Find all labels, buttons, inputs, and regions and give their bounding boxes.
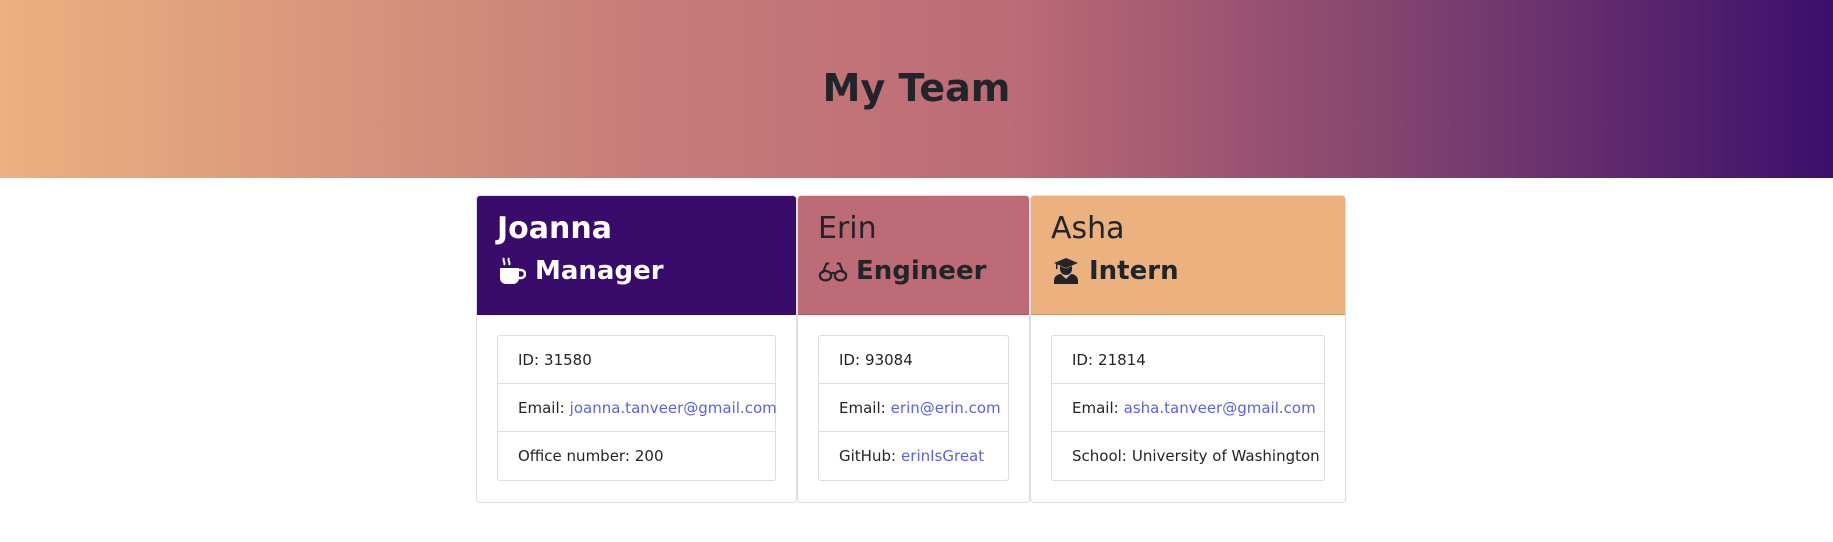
page-title: My Team [822,66,1011,110]
github-username: GitHub: erinIsGreat [819,432,1008,480]
office-number: Office number: 200 [498,432,775,480]
id-value: 31580 [544,350,592,369]
employee-name: Asha [1051,211,1125,246]
email-link[interactable]: joanna.tanveer@gmail.com [570,399,777,417]
employee-card-intern: Asha Intern ID: 21814 Email: asha.tanvee… [1030,195,1346,503]
card-header: Erin Engineer [798,196,1029,315]
id-value: 93084 [865,350,913,369]
email-link[interactable]: asha.tanveer@gmail.com [1124,399,1316,417]
id-value: 21814 [1098,350,1146,369]
email-label: Email: [1072,398,1119,417]
employee-role: Manager [497,256,776,287]
employee-id: ID: 21814 [1052,336,1324,384]
employee-details: ID: 93084 Email: erin@erin.com GitHub: e… [818,335,1009,481]
employee-role-label: Intern [1089,255,1179,286]
id-label: ID: [518,350,540,369]
employee-details: ID: 21814 Email: asha.tanveer@gmail.com … [1051,335,1325,481]
card-body: ID: 21814 Email: asha.tanveer@gmail.com … [1031,315,1345,501]
card-body: ID: 31580 Email: joanna.tanveer@gmail.co… [477,315,796,501]
employee-id: ID: 93084 [819,336,1008,384]
graduate-icon [1051,257,1081,285]
employee-role-label: Manager [535,255,664,286]
email-label: Email: [518,398,565,417]
office-number-label: Office number: [518,447,630,465]
office-number-value: 200 [634,447,664,465]
card-header: Asha Intern [1031,196,1345,315]
card-header: Joanna Manager [477,196,796,315]
employee-email: Email: erin@erin.com [819,384,1008,432]
school-label: School: [1072,447,1127,465]
employee-role: Engineer [818,256,1009,287]
employee-email: Email: joanna.tanveer@gmail.com [498,384,777,432]
mug-icon [497,257,527,285]
school-value: University of Washington [1131,447,1320,465]
id-label: ID: [839,350,861,369]
employee-card-engineer: Erin Engineer ID: 93084 Email: erin@erin… [797,195,1030,503]
employee-role: Intern [1051,256,1325,287]
github-link[interactable]: erinIsGreat [901,447,984,465]
employee-card-manager: Joanna Manager ID: 31580 Email: joanna.t… [476,195,797,503]
email-label: Email: [839,398,886,417]
team-cards: Joanna Manager ID: 31580 Email: joanna.t… [476,195,1346,503]
card-body: ID: 93084 Email: erin@erin.com GitHub: e… [798,315,1029,501]
employee-email: Email: asha.tanveer@gmail.com [1052,384,1324,432]
github-label: GitHub: [839,447,897,465]
email-link[interactable]: erin@erin.com [891,399,1001,417]
employee-details: ID: 31580 Email: joanna.tanveer@gmail.co… [497,335,777,481]
school-name: School: University of Washington [1052,432,1324,480]
employee-name: Joanna [497,211,612,246]
employee-name: Erin [818,211,877,246]
glasses-icon [818,257,848,285]
employee-id: ID: 31580 [498,336,775,384]
id-label: ID: [1072,350,1094,369]
page-header: My Team [0,0,1833,178]
employee-role-label: Engineer [856,255,987,286]
